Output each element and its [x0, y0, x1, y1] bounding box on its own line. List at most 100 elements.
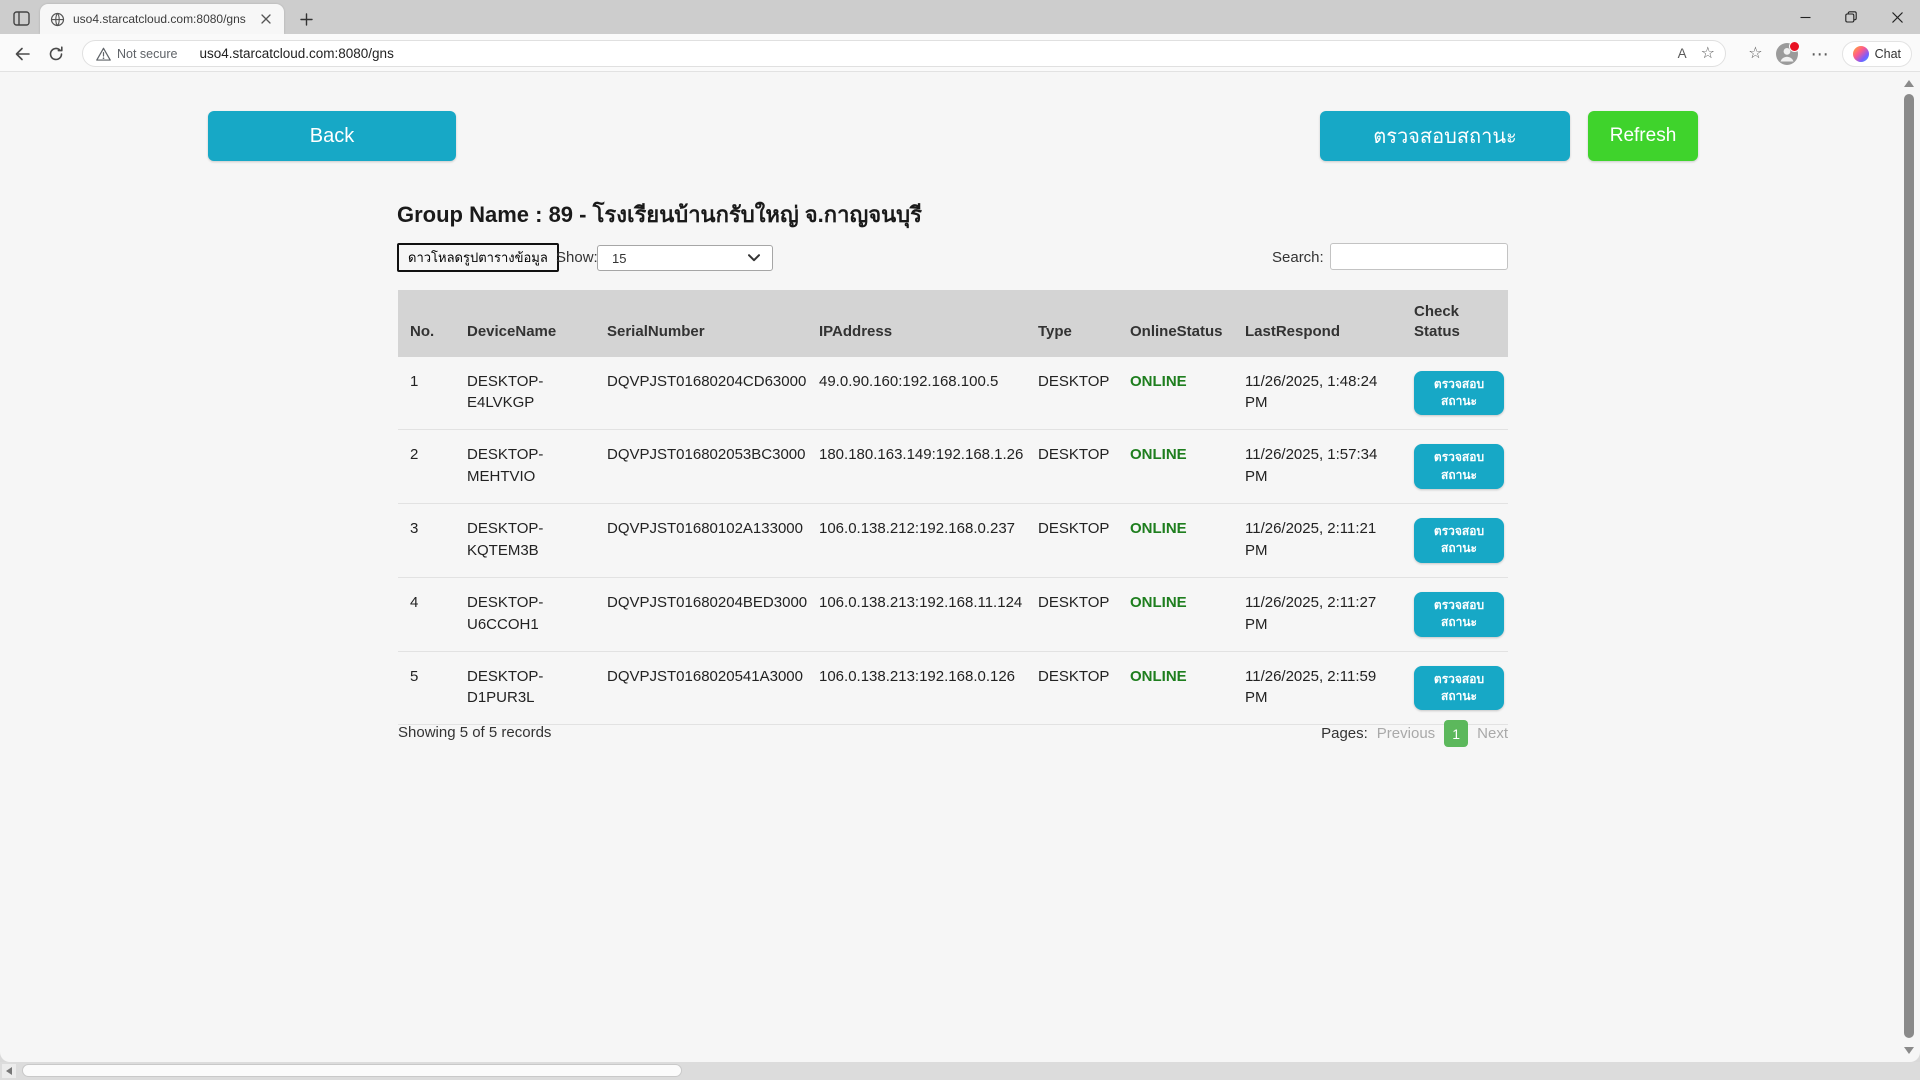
globe-icon [50, 12, 65, 27]
row-check-status-button[interactable]: ตรวจสอบสถานะ [1414, 518, 1504, 563]
col-header-lastrespond: LastRespond [1233, 290, 1402, 357]
scroll-down-icon[interactable] [1904, 1047, 1914, 1054]
table-row: 5 DESKTOP-D1PUR3L DQVPJST0168020541A3000… [398, 651, 1508, 725]
cell-online-status: ONLINE [1118, 357, 1233, 430]
cell-online-status: ONLINE [1118, 577, 1233, 651]
cell-last-respond: 11/26/2025, 2:11:21 PM [1233, 504, 1402, 578]
more-options-icon[interactable]: ⋯ [1811, 45, 1829, 63]
toolbar-right-icons: ☆ ⋯ Chat [1748, 40, 1912, 67]
favorites-star-icon[interactable]: ☆ [1701, 46, 1715, 62]
web-content: Back ตรวจสอบสถานะ Refresh Group Name : 8… [0, 72, 1920, 1062]
cell-serial-number: DQVPJST01680204BED3000 [595, 577, 807, 651]
browser-tab[interactable]: uso4.starcatcloud.com:8080/gns [40, 4, 284, 34]
back-icon[interactable] [8, 41, 36, 67]
cell-check-status: ตรวจสอบสถานะ [1402, 504, 1508, 578]
col-header-ipaddress: IPAddress [807, 290, 1026, 357]
previous-page-link[interactable]: Previous [1377, 725, 1435, 742]
device-table-body: 1 DESKTOP-E4LVKGP DQVPJST01680204CD63000… [398, 357, 1508, 725]
cell-device-name: DESKTOP-MEHTVIO [455, 430, 595, 504]
cell-last-respond: 11/26/2025, 2:11:59 PM [1233, 651, 1402, 725]
chat-label: Chat [1875, 47, 1901, 61]
current-page-badge[interactable]: 1 [1444, 720, 1468, 747]
cell-device-name: DESKTOP-D1PUR3L [455, 651, 595, 725]
row-check-status-button[interactable]: ตรวจสอบสถานะ [1414, 371, 1504, 416]
new-tab-icon[interactable] [296, 9, 316, 29]
search-label: Search: [1272, 249, 1324, 266]
show-entries-value: 15 [612, 251, 748, 266]
cell-device-name: DESKTOP-E4LVKGP [455, 357, 595, 430]
cell-online-status: ONLINE [1118, 504, 1233, 578]
copilot-icon [1853, 46, 1869, 62]
security-chip[interactable]: Not secure [96, 47, 177, 61]
cell-ip-address: 106.0.138.212:192.168.0.237 [807, 504, 1026, 578]
cell-no: 5 [398, 651, 455, 725]
cell-serial-number: DQVPJST01680102A133000 [595, 504, 807, 578]
cell-last-respond: 11/26/2025, 1:48:24 PM [1233, 357, 1402, 430]
device-table-header: No. DeviceName SerialNumber IPAddress Ty… [398, 290, 1508, 357]
row-check-status-button[interactable]: ตรวจสอบสถานะ [1414, 444, 1504, 489]
cell-check-status: ตรวจสอบสถานะ [1402, 357, 1508, 430]
address-bar[interactable]: Not secure uso4.starcatcloud.com:8080/gn… [82, 40, 1726, 67]
horizontal-scrollbar-thumb[interactable] [22, 1064, 682, 1077]
collections-icon[interactable]: ☆ [1748, 46, 1762, 62]
show-label: Show: [556, 249, 598, 266]
browser-window: uso4.starcatcloud.com:8080/gns [0, 0, 1920, 1080]
next-page-link[interactable]: Next [1477, 725, 1508, 742]
scroll-up-icon[interactable] [1904, 80, 1914, 87]
cell-type: DESKTOP [1026, 504, 1118, 578]
device-table: No. DeviceName SerialNumber IPAddress Ty… [398, 290, 1508, 725]
cell-no: 1 [398, 357, 455, 430]
notification-dot [1789, 41, 1800, 52]
warning-icon [96, 47, 111, 61]
window-controls [1782, 0, 1920, 34]
tab-actions-menu-icon[interactable] [8, 6, 34, 30]
table-row: 2 DESKTOP-MEHTVIO DQVPJST016802053BC3000… [398, 430, 1508, 504]
cell-type: DESKTOP [1026, 357, 1118, 430]
read-aloud-icon[interactable]: A [1678, 47, 1687, 61]
restore-icon[interactable] [1828, 0, 1874, 34]
cell-last-respond: 11/26/2025, 1:57:34 PM [1233, 430, 1402, 504]
cell-ip-address: 106.0.138.213:192.168.0.126 [807, 651, 1026, 725]
row-check-status-button[interactable]: ตรวจสอบสถานะ [1414, 666, 1504, 711]
check-status-button[interactable]: ตรวจสอบสถานะ [1320, 111, 1570, 161]
show-entries-select[interactable]: 15 [597, 245, 773, 271]
pages-label: Pages: [1321, 725, 1368, 742]
cell-online-status: ONLINE [1118, 430, 1233, 504]
col-header-checkstatus: Check Status [1402, 290, 1508, 357]
download-table-image-button[interactable]: ดาวโหลดรูปตารางข้อมูล [397, 243, 559, 272]
cell-device-name: DESKTOP-KQTEM3B [455, 504, 595, 578]
horizontal-scrollbar[interactable] [0, 1062, 1920, 1080]
col-header-devicename: DeviceName [455, 290, 595, 357]
cell-no: 2 [398, 430, 455, 504]
vertical-scrollbar[interactable] [1901, 76, 1917, 1058]
minimize-icon[interactable] [1782, 0, 1828, 34]
refresh-button[interactable]: Refresh [1588, 111, 1698, 161]
url-text[interactable]: uso4.starcatcloud.com:8080/gns [199, 46, 1677, 61]
vertical-scrollbar-thumb[interactable] [1904, 94, 1914, 1038]
cell-ip-address: 49.0.90.160:192.168.100.5 [807, 357, 1026, 430]
row-check-status-button[interactable]: ตรวจสอบสถานะ [1414, 592, 1504, 637]
cell-type: DESKTOP [1026, 651, 1118, 725]
table-row: 3 DESKTOP-KQTEM3B DQVPJST01680102A133000… [398, 504, 1508, 578]
not-secure-label: Not secure [117, 47, 177, 61]
cell-online-status: ONLINE [1118, 651, 1233, 725]
cell-serial-number: DQVPJST016802053BC3000 [595, 430, 807, 504]
cell-check-status: ตรวจสอบสถานะ [1402, 651, 1508, 725]
page-title: Group Name : 89 - โรงเรียนบ้านกรับใหญ่ จ… [397, 197, 922, 232]
back-button[interactable]: Back [208, 111, 456, 161]
profile-avatar[interactable] [1776, 43, 1798, 65]
copilot-chat-button[interactable]: Chat [1842, 41, 1912, 67]
col-header-onlinestatus: OnlineStatus [1118, 290, 1233, 357]
tab-close-icon[interactable] [256, 9, 276, 29]
close-icon[interactable] [1874, 0, 1920, 34]
browser-toolbar: Not secure uso4.starcatcloud.com:8080/gn… [0, 34, 1920, 72]
cell-ip-address: 180.180.163.149:192.168.1.26 [807, 430, 1026, 504]
scroll-left-icon[interactable] [2, 1064, 16, 1078]
cell-serial-number: DQVPJST0168020541A3000 [595, 651, 807, 725]
cell-no: 3 [398, 504, 455, 578]
pagination: Pages: Previous 1 Next [1321, 720, 1508, 747]
tab-title: uso4.starcatcloud.com:8080/gns [73, 12, 256, 26]
cell-serial-number: DQVPJST01680204CD63000 [595, 357, 807, 430]
refresh-icon[interactable] [42, 41, 70, 67]
search-input[interactable] [1330, 243, 1508, 270]
